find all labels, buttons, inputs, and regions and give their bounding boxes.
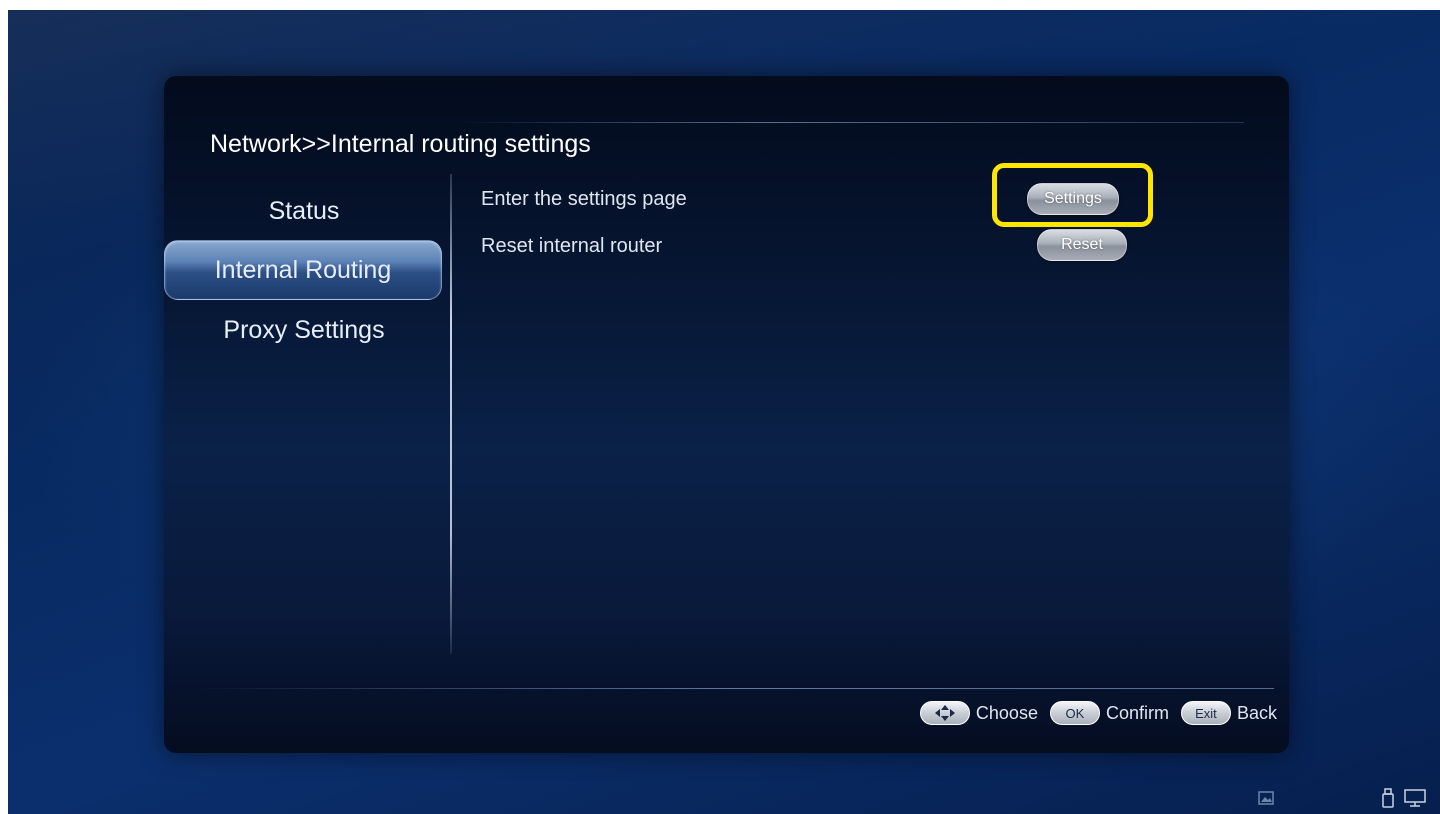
reset-button[interactable]: Reset xyxy=(1037,229,1127,261)
monitor-icon xyxy=(1403,788,1427,808)
ok-key-icon: OK xyxy=(1049,701,1100,725)
top-divider xyxy=(454,122,1244,123)
sidebar-item-internal-routing[interactable]: Internal Routing xyxy=(164,240,442,300)
settings-panel: Network>>Internal routing settings Statu… xyxy=(164,76,1289,753)
settings-page-label: Enter the settings page xyxy=(481,188,687,210)
hint-back: Back xyxy=(1236,702,1277,723)
sidebar-divider xyxy=(450,174,452,654)
image-icon xyxy=(1257,788,1275,808)
key-hint-bar: Choose OK Confirm Exit Back xyxy=(919,698,1277,728)
sidebar-item-status[interactable]: Status xyxy=(164,182,444,240)
reset-router-label: Reset internal router xyxy=(481,235,663,257)
hint-confirm: Confirm xyxy=(1105,702,1169,723)
exit-key-icon: Exit xyxy=(1180,701,1231,725)
focus-highlight xyxy=(992,163,1153,227)
dpad-icon xyxy=(919,701,970,725)
hint-choose: Choose xyxy=(975,702,1038,723)
bottom-divider xyxy=(194,688,1274,689)
usb-drive-icon xyxy=(1380,788,1396,808)
tv-screen: Network>>Internal routing settings Statu… xyxy=(8,10,1440,814)
sidebar-item-proxy-settings[interactable]: Proxy Settings xyxy=(164,301,444,359)
page-title: Network>>Internal routing settings xyxy=(210,130,591,158)
